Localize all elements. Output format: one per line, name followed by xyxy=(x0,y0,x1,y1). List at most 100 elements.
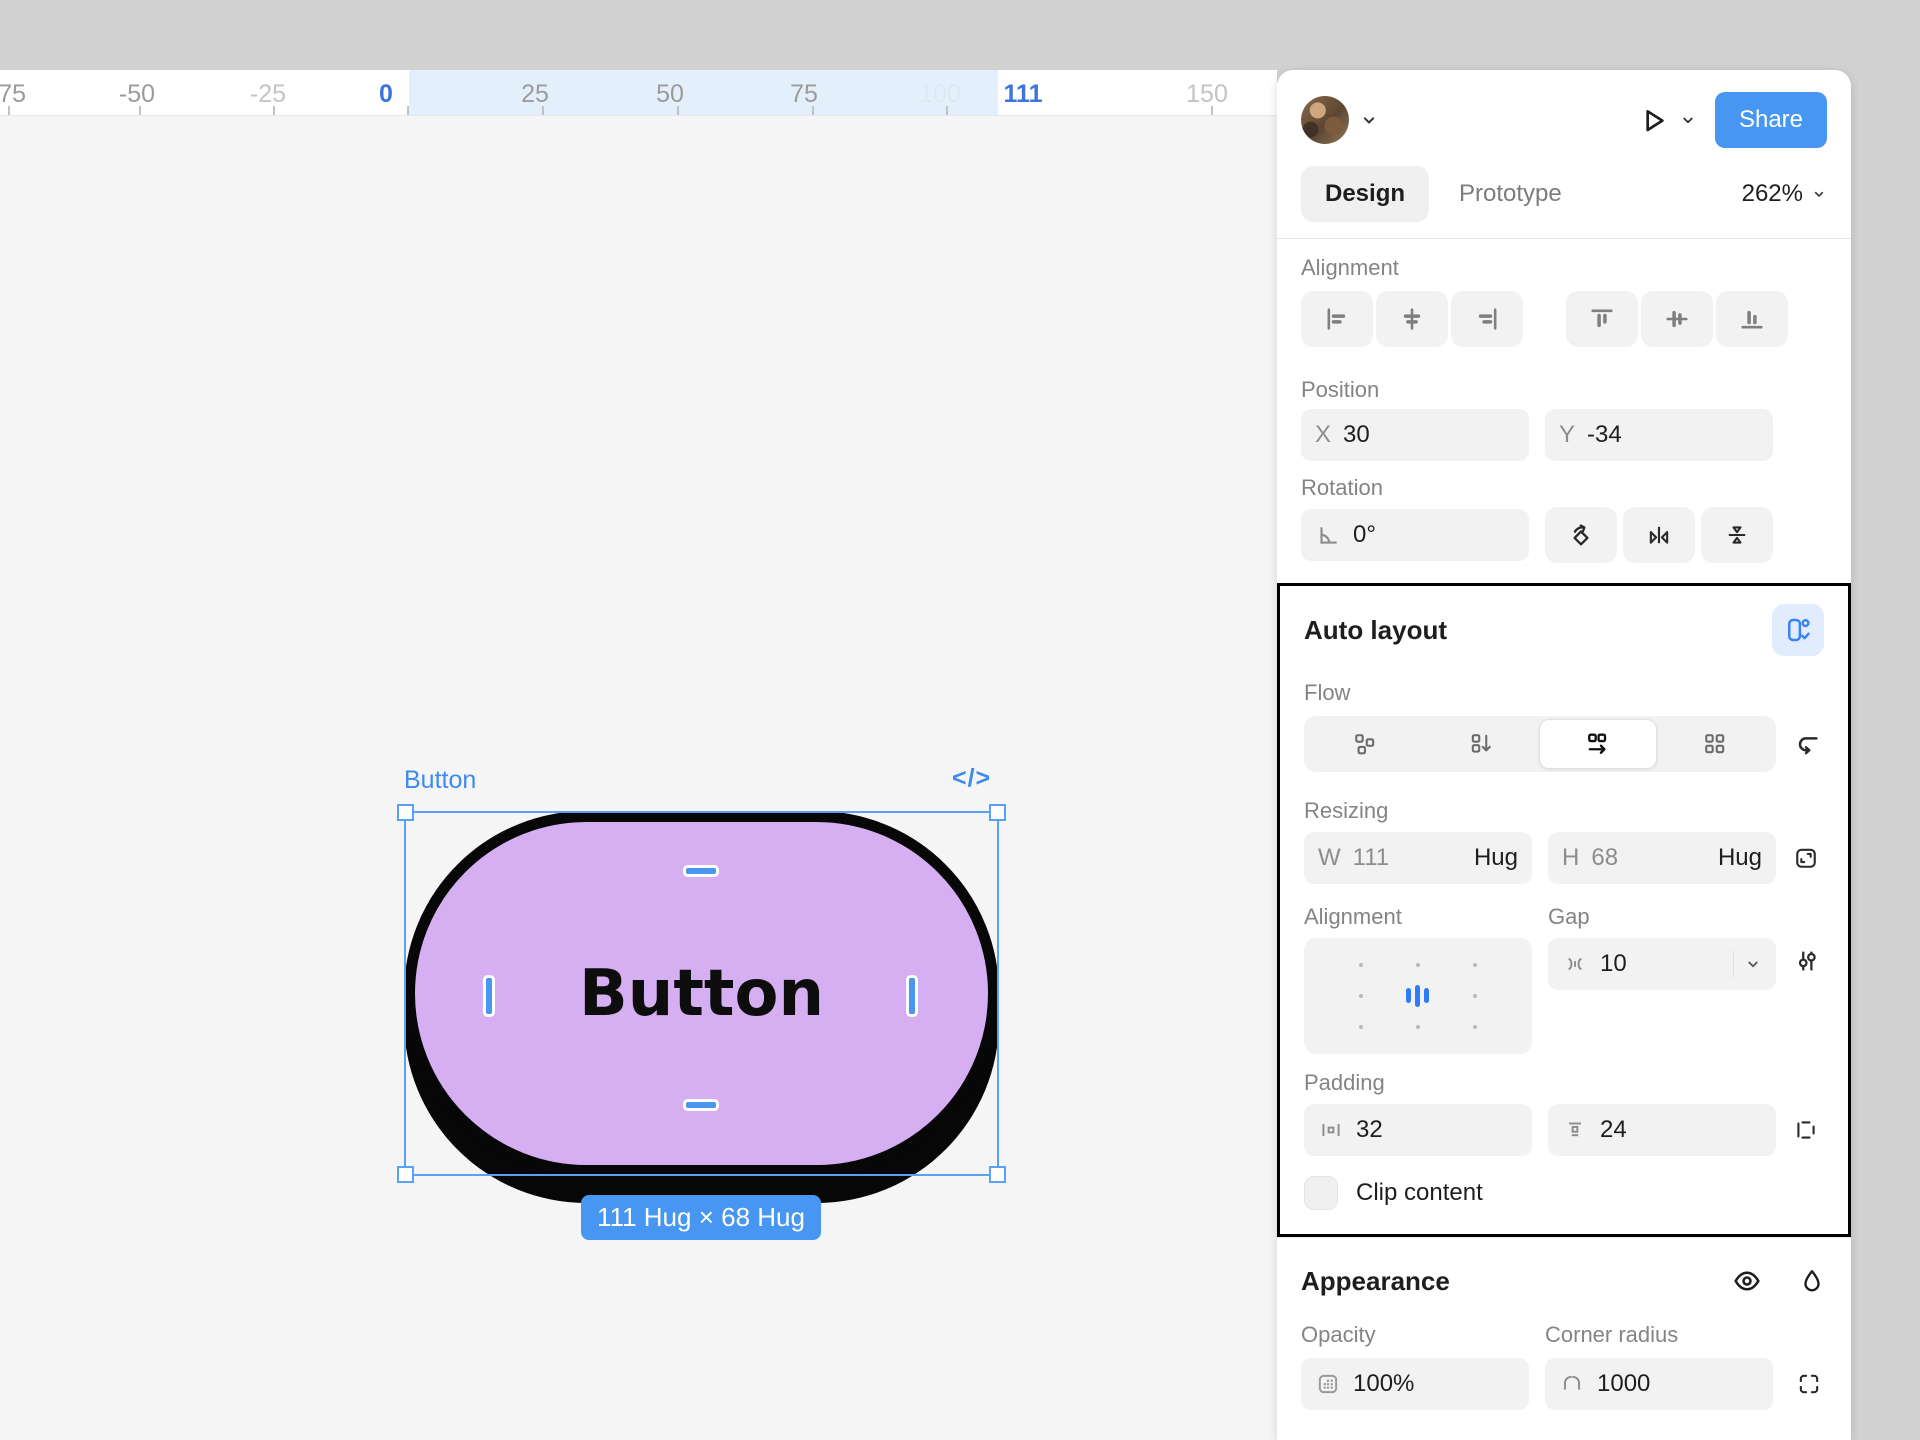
horizontal-padding-field[interactable]: 32 xyxy=(1304,1104,1532,1156)
w-value: 111 xyxy=(1353,844,1389,872)
y-value: -34 xyxy=(1587,421,1622,449)
selection-handle-top-left[interactable] xyxy=(397,804,414,821)
play-icon xyxy=(1637,104,1669,136)
child-alignment-grid[interactable] xyxy=(1304,938,1532,1054)
flip-horizontal-button[interactable] xyxy=(1623,507,1695,563)
flow-segmented-control xyxy=(1304,716,1776,772)
auto-layout-toggle-button[interactable] xyxy=(1772,604,1824,656)
opacity-icon xyxy=(1315,1371,1341,1397)
rotate-icon xyxy=(1567,521,1595,549)
align-horizontal-center-button[interactable] xyxy=(1376,291,1448,347)
ruler-label: 111 xyxy=(1004,80,1043,109)
padding-handle-left[interactable] xyxy=(486,978,492,1014)
align-bottom-icon xyxy=(1738,305,1766,333)
size-badge: 111 Hug × 68 Hug xyxy=(581,1195,821,1240)
rotate-90-button[interactable] xyxy=(1545,507,1617,563)
flow-wrap-icon xyxy=(1701,730,1729,758)
corner-radius-icon xyxy=(1559,1371,1585,1397)
tab-design[interactable]: Design xyxy=(1301,166,1429,222)
align-vertical-center-button[interactable] xyxy=(1641,291,1713,347)
tab-prototype[interactable]: Prototype xyxy=(1459,180,1562,208)
align-bottom-button[interactable] xyxy=(1716,291,1788,347)
gap-field[interactable]: 10 xyxy=(1548,938,1776,990)
avatar[interactable] xyxy=(1301,96,1349,144)
flow-horizontal-button[interactable] xyxy=(1539,719,1657,769)
corner-radius-field[interactable]: 1000 xyxy=(1545,1358,1773,1410)
zoom-level-value: 262% xyxy=(1742,180,1803,208)
angle-icon xyxy=(1315,522,1341,548)
present-chevron-icon[interactable] xyxy=(1679,111,1697,129)
flow-vertical-icon xyxy=(1467,730,1495,758)
horizontal-padding-value: 32 xyxy=(1356,1116,1383,1144)
ruler-label: 25 xyxy=(521,80,549,109)
individual-padding-icon xyxy=(1792,1116,1820,1144)
height-field[interactable]: H 68 Hug xyxy=(1548,832,1776,884)
gap-chevron-icon[interactable] xyxy=(1733,950,1762,978)
rotation-field[interactable]: 0° xyxy=(1301,509,1529,561)
ruler-label: -25 xyxy=(250,80,286,109)
flow-vertical-button[interactable] xyxy=(1423,719,1539,769)
selection-handle-bottom-right[interactable] xyxy=(989,1166,1006,1183)
flow-wrap-button[interactable] xyxy=(1657,719,1773,769)
code-icon[interactable]: </> xyxy=(952,764,991,793)
opacity-field[interactable]: 100% xyxy=(1301,1358,1529,1410)
vertical-padding-field[interactable]: 24 xyxy=(1548,1104,1776,1156)
selection-handle-top-right[interactable] xyxy=(989,804,1006,821)
gap-icon xyxy=(1562,951,1588,977)
zoom-level-control[interactable]: 262% xyxy=(1742,180,1827,208)
align-vertical-center-icon xyxy=(1663,305,1691,333)
h-value: 68 xyxy=(1591,844,1618,872)
ruler-tick xyxy=(407,106,409,115)
width-field[interactable]: W 111 Hug xyxy=(1304,832,1532,884)
resizing-options-button[interactable] xyxy=(1792,844,1820,872)
flow-freeform-button[interactable] xyxy=(1307,719,1423,769)
position-x-field[interactable]: X 30 xyxy=(1301,409,1529,461)
padding-handle-bottom[interactable] xyxy=(686,1102,716,1108)
align-right-button[interactable] xyxy=(1451,291,1523,347)
w-mode[interactable]: Hug xyxy=(1474,844,1518,872)
ruler-label: 75 xyxy=(790,80,818,109)
align-right-icon xyxy=(1473,305,1501,333)
selection-handle-bottom-left[interactable] xyxy=(397,1166,414,1183)
horizontal-ruler: -75 -50 -25 0 25 50 75 100 111 150 xyxy=(0,70,1277,116)
gap-label: Gap xyxy=(1548,904,1776,930)
child-alignment-label: Alignment xyxy=(1304,904,1532,930)
present-button[interactable] xyxy=(1637,104,1669,136)
align-top-icon xyxy=(1588,305,1616,333)
position-y-field[interactable]: Y -34 xyxy=(1545,409,1773,461)
eye-icon xyxy=(1731,1265,1763,1297)
ruler-tick xyxy=(542,106,544,115)
vertical-padding-value: 24 xyxy=(1600,1116,1627,1144)
align-left-button[interactable] xyxy=(1301,291,1373,347)
ruler-tick xyxy=(946,106,948,115)
flip-vertical-button[interactable] xyxy=(1701,507,1773,563)
align-horizontal-center-icon xyxy=(1398,305,1426,333)
corner-radius-label: Corner radius xyxy=(1545,1322,1773,1348)
rotation-value: 0° xyxy=(1353,521,1376,549)
frame-name-label[interactable]: Button xyxy=(404,766,476,795)
spacing-settings-button[interactable] xyxy=(1792,946,1822,976)
align-top-button[interactable] xyxy=(1566,291,1638,347)
opacity-value: 100% xyxy=(1353,1370,1414,1398)
opacity-label: Opacity xyxy=(1301,1322,1529,1348)
canvas[interactable]: Button </> Button 111 Hug × 68 Hug xyxy=(0,116,1277,1440)
clip-content-checkbox[interactable] xyxy=(1304,1176,1338,1210)
share-button[interactable]: Share xyxy=(1715,92,1827,148)
visibility-button[interactable] xyxy=(1731,1265,1763,1297)
flip-horizontal-icon xyxy=(1645,521,1673,549)
ruler-label: 50 xyxy=(656,80,684,109)
flow-return-button[interactable] xyxy=(1792,729,1822,759)
h-mode[interactable]: Hug xyxy=(1718,844,1762,872)
padding-handle-top[interactable] xyxy=(686,868,716,874)
avatar-chevron-icon[interactable] xyxy=(1359,110,1379,130)
x-value: 30 xyxy=(1343,421,1370,449)
w-prefix: W xyxy=(1318,844,1341,872)
ruler-selection-highlight xyxy=(409,70,998,116)
individual-corners-button[interactable] xyxy=(1795,1370,1823,1398)
padding-handle-right[interactable] xyxy=(909,978,915,1014)
tune-sliders-icon xyxy=(1792,946,1822,976)
blend-mode-button[interactable] xyxy=(1797,1266,1827,1296)
ruler-tick xyxy=(139,106,141,115)
gap-value: 10 xyxy=(1600,950,1627,978)
individual-padding-button[interactable] xyxy=(1792,1116,1820,1144)
